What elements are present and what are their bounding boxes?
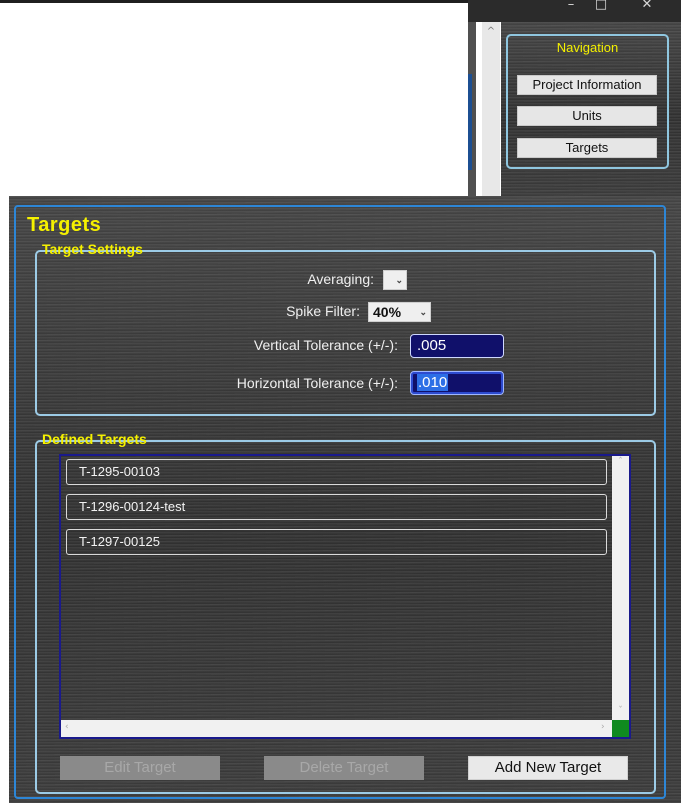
close-icon[interactable]: ✕: [632, 0, 662, 14]
scroll-up-icon[interactable]: ^: [482, 26, 500, 37]
nav-project-information-button[interactable]: Project Information: [517, 75, 657, 95]
spike-filter-label: Spike Filter:: [286, 303, 360, 319]
nav-units-button[interactable]: Units: [517, 106, 657, 126]
vertical-tolerance-field[interactable]: .005: [410, 334, 504, 358]
chevron-down-icon: ⌄: [419, 307, 427, 317]
list-horizontal-scrollbar[interactable]: ‹ ›: [61, 720, 612, 737]
title-bar: – □ ✕: [468, 0, 681, 22]
scrollbar-corner: [612, 720, 629, 737]
list-item[interactable]: T-1295-00103: [66, 459, 607, 485]
edge-highlight: [468, 74, 472, 122]
minimize-icon[interactable]: –: [556, 0, 586, 14]
scroll-left-icon[interactable]: ‹: [65, 722, 69, 732]
defined-targets-legend: Defined Targets: [42, 431, 147, 447]
list-vertical-scrollbar[interactable]: ˆ ˇ: [612, 456, 629, 720]
delete-target-button[interactable]: Delete Target: [264, 756, 424, 780]
add-new-target-button[interactable]: Add New Target: [468, 756, 628, 780]
scroll-up-icon[interactable]: ˆ: [612, 457, 629, 467]
target-settings-legend: Target Settings: [42, 241, 143, 257]
edit-target-button[interactable]: Edit Target: [60, 756, 220, 780]
window-edge: [468, 22, 476, 196]
navigation-title: Navigation: [556, 40, 619, 55]
horizontal-tolerance-value: .010: [417, 374, 449, 391]
nav-targets-button[interactable]: Targets: [517, 138, 657, 158]
scroll-down-icon[interactable]: ˇ: [612, 706, 629, 716]
page-title: Targets: [27, 214, 102, 236]
vertical-tolerance-label: Vertical Tolerance (+/-):: [253, 337, 398, 353]
spike-filter-value: 40%: [373, 304, 402, 320]
spike-filter-select[interactable]: 40% ⌄: [368, 302, 431, 322]
horizontal-tolerance-label: Horizontal Tolerance (+/-):: [236, 375, 398, 391]
horizontal-tolerance-field[interactable]: .010: [410, 371, 504, 395]
list-item[interactable]: T-1297-00125: [66, 529, 607, 555]
list-item[interactable]: T-1296-00124-test: [66, 494, 607, 520]
averaging-select[interactable]: ⌄: [383, 270, 407, 290]
scroll-right-icon[interactable]: ›: [601, 722, 605, 732]
averaging-label: Averaging:: [307, 271, 374, 287]
page-scrollbar[interactable]: ^: [482, 22, 500, 196]
chevron-down-icon: ⌄: [395, 275, 403, 285]
edge-highlight: [468, 122, 472, 170]
maximize-icon[interactable]: □: [586, 0, 616, 14]
